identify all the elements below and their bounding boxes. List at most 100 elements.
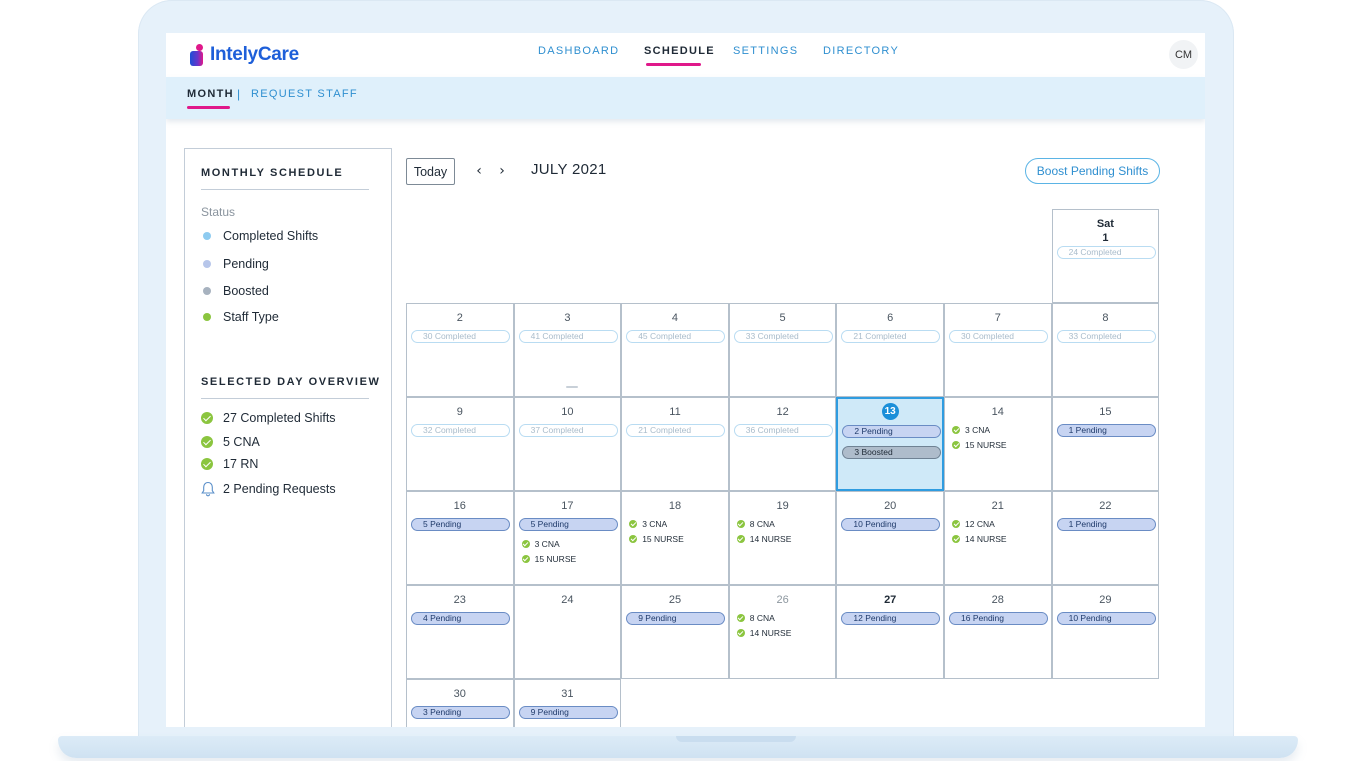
subnav-month[interactable]: MONTH — [187, 88, 234, 100]
calendar-day[interactable]: 22 1 Pending — [1051, 491, 1160, 585]
calendar-day[interactable]: 18 3 CNA 15 NURSE — [621, 491, 729, 585]
boosted-shift-pill[interactable]: 3 Boosted — [842, 446, 942, 459]
completed-shift-pill[interactable]: 37 Completed — [518, 424, 618, 437]
completed-shift-pill[interactable]: 33 Completed — [1056, 330, 1156, 343]
calendar-day[interactable]: 27 12 Pending — [836, 585, 944, 679]
nav-dashboard[interactable]: DASHBOARD — [538, 45, 619, 57]
legend-staff-type: Staff Type — [201, 310, 279, 324]
overview-divider — [201, 398, 369, 399]
overview-pending-requests[interactable]: 2 Pending Requests — [201, 481, 336, 497]
calendar-day[interactable]: 5 33 Completed — [728, 303, 837, 397]
calendar-day[interactable]: 2 30 Completed — [406, 303, 514, 397]
completed-shift-pill[interactable]: 36 Completed — [733, 424, 833, 437]
staff-check-icon — [203, 313, 211, 321]
boost-pending-shifts-button[interactable]: Boost Pending Shifts — [1025, 158, 1160, 184]
calendar-day[interactable]: 31 9 Pending — [513, 679, 622, 727]
day-number: 3 — [564, 312, 571, 324]
staff-check-icon — [952, 520, 960, 528]
staff-count: 15 NURSE — [521, 554, 576, 564]
completed-shift-pill[interactable]: 21 Completed — [626, 424, 726, 437]
completed-shift-pill[interactable]: 45 Completed — [626, 330, 726, 343]
completed-shift-pill[interactable]: 30 Completed — [949, 330, 1048, 343]
calendar-day[interactable]: 12 36 Completed — [728, 397, 837, 491]
staff-check-icon — [629, 520, 638, 528]
calendar-day[interactable]: 8 33 Completed — [1051, 303, 1160, 397]
calendar-day[interactable]: 10 37 Completed — [513, 397, 622, 491]
day-number: 17 — [561, 500, 574, 512]
calendar-day[interactable]: 28 16 Pending — [944, 585, 1052, 679]
staff-check-icon — [521, 540, 530, 548]
calendar-day[interactable]: 26 8 CNA 14 NURSE — [728, 585, 837, 679]
top-navbar: IntelyCare DASHBOARD SCHEDULE SETTINGS D… — [166, 33, 1205, 77]
calendar-day[interactable]: 11 21 Completed — [621, 397, 729, 491]
staff-count: 14 NURSE — [736, 628, 791, 638]
calendar-day-selected[interactable]: 13 2 Pending 3 Boosted — [836, 397, 944, 491]
calendar-day[interactable]: 6 21 Completed — [836, 303, 944, 397]
pending-shift-pill[interactable]: 10 Pending — [841, 518, 941, 531]
day-number: 15 — [1099, 406, 1112, 418]
pending-shift-pill[interactable]: 5 Pending — [518, 518, 618, 531]
pending-shift-pill[interactable]: 5 Pending — [411, 518, 510, 531]
completed-shift-pill[interactable]: 21 Completed — [841, 330, 941, 343]
calendar-day[interactable]: Sat 1 24 Completed — [1051, 209, 1160, 303]
day-number: 19 — [776, 500, 789, 512]
day-number: 13 — [838, 403, 942, 420]
pending-shift-pill[interactable]: 3 Pending — [411, 706, 510, 719]
staff-count-label: 14 NURSE — [965, 534, 1007, 544]
pending-shift-pill[interactable]: 16 Pending — [949, 612, 1048, 625]
calendar-day[interactable]: 30 3 Pending — [406, 679, 514, 727]
pending-shift-pill[interactable]: 9 Pending — [518, 706, 618, 719]
overview-label: 17 RN — [223, 457, 259, 471]
subnav-request-staff[interactable]: REQUEST STAFF — [251, 88, 358, 100]
calendar-day[interactable]: 7 30 Completed — [944, 303, 1052, 397]
pending-shift-pill[interactable]: 1 Pending — [1056, 518, 1156, 531]
calendar-day[interactable]: 25 9 Pending — [621, 585, 729, 679]
pending-shift-pill[interactable]: 10 Pending — [1056, 612, 1156, 625]
day-number: 10 — [561, 406, 574, 418]
calendar-day[interactable]: 21 12 CNA 14 NURSE — [944, 491, 1052, 585]
completed-shift-pill[interactable]: 24 Completed — [1056, 246, 1156, 259]
pending-shift-pill[interactable]: 4 Pending — [411, 612, 510, 625]
day-number: 12 — [776, 406, 789, 418]
staff-count: 3 CNA — [629, 519, 667, 529]
pending-shift-pill[interactable]: 2 Pending — [842, 425, 942, 438]
completed-shift-pill[interactable]: 33 Completed — [733, 330, 833, 343]
pending-shift-pill[interactable]: 9 Pending — [626, 612, 726, 625]
day-number: 4 — [671, 312, 679, 324]
pending-shift-pill[interactable]: 1 Pending — [1056, 424, 1156, 437]
pending-shift-pill[interactable]: 12 Pending — [841, 612, 941, 625]
schedule-sidebar: MONTHLY SCHEDULE Status Completed Shifts… — [184, 148, 392, 727]
calendar-day[interactable]: 15 1 Pending — [1051, 397, 1160, 491]
calendar-day[interactable]: 16 5 Pending — [406, 491, 514, 585]
staff-check-icon — [736, 629, 745, 637]
calendar-day[interactable]: 24 — [513, 585, 622, 679]
overview-cna: 5 CNA — [201, 435, 260, 449]
nav-schedule[interactable]: SCHEDULE — [644, 45, 715, 57]
overview-label: 5 CNA — [223, 435, 260, 449]
nav-directory[interactable]: DIRECTORY — [823, 45, 899, 57]
day-number: 11 — [669, 406, 681, 418]
calendar-day[interactable]: 29 10 Pending — [1051, 585, 1160, 679]
nav-settings[interactable]: SETTINGS — [733, 45, 798, 57]
today-button[interactable]: Today — [406, 158, 455, 185]
calendar-day[interactable]: 3 41 Completed — [513, 303, 622, 397]
completed-shift-pill[interactable]: 41 Completed — [518, 330, 618, 343]
calendar-day[interactable]: 4 45 Completed — [621, 303, 729, 397]
day-number: 1 — [1102, 232, 1109, 244]
staff-count: 15 NURSE — [629, 534, 684, 544]
calendar-day[interactable]: 14 3 CNA 15 NURSE — [944, 397, 1052, 491]
completed-shift-pill[interactable]: 32 Completed — [411, 424, 510, 437]
calendar-day[interactable]: 17 5 Pending 3 CNA 15 NURSE — [513, 491, 622, 585]
day-number: 26 — [776, 594, 789, 606]
calendar-day[interactable]: 9 32 Completed — [406, 397, 514, 491]
day-number: 22 — [1099, 500, 1112, 512]
next-month-icon[interactable]: › — [495, 164, 509, 178]
calendar-day[interactable]: 19 8 CNA 14 NURSE — [728, 491, 837, 585]
calendar-day[interactable]: 20 10 Pending — [836, 491, 944, 585]
user-avatar[interactable]: CM — [1169, 40, 1198, 69]
boosted-dot-icon — [203, 287, 211, 295]
calendar-day[interactable]: 23 4 Pending — [406, 585, 514, 679]
day-number: 25 — [668, 594, 682, 606]
prev-month-icon[interactable]: ‹ — [472, 164, 486, 178]
completed-shift-pill[interactable]: 30 Completed — [411, 330, 510, 343]
